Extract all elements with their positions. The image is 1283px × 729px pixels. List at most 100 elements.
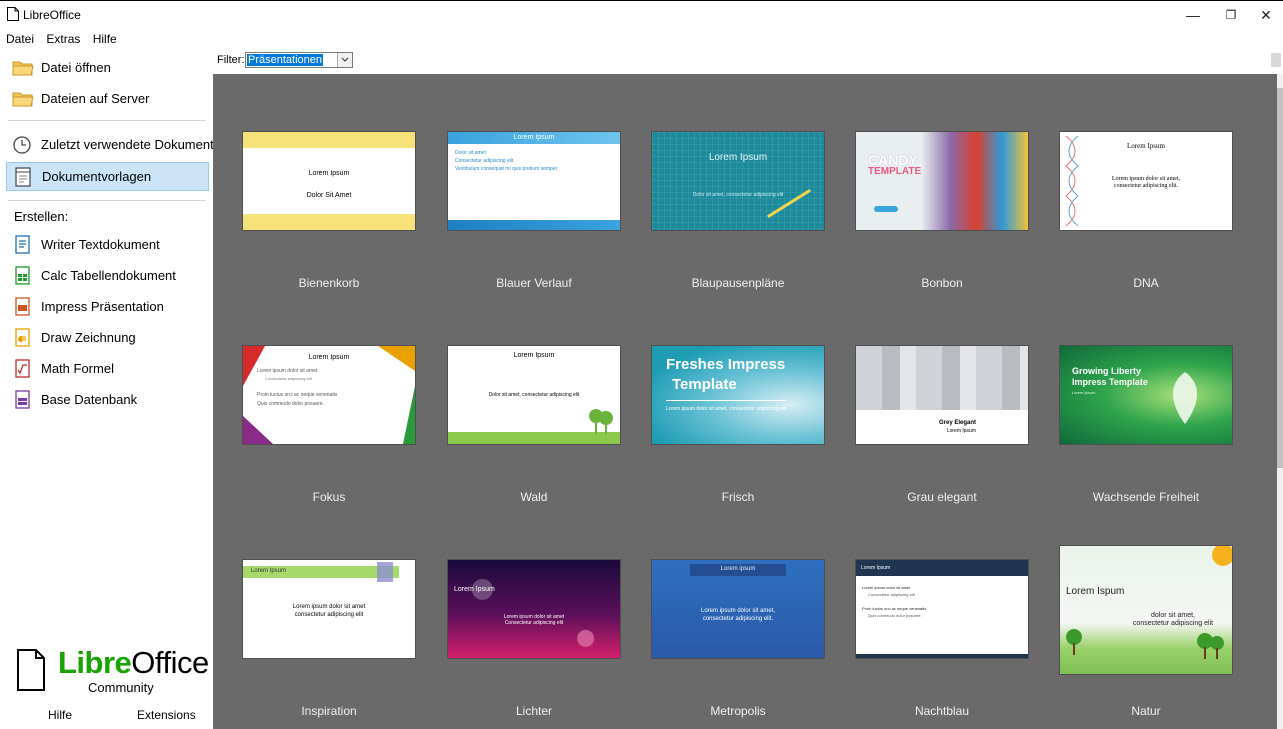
create-writer-button[interactable]: Writer Textdokument: [6, 231, 209, 259]
template-name: Bienenkorb: [298, 276, 360, 290]
impress-icon: [15, 297, 30, 316]
template-metropolis[interactable]: Lorem ipsum Lorem ipsum dolor sit amet, …: [637, 518, 827, 728]
thumb-subtitle: consectetur adipiscing elit: [294, 612, 364, 618]
thumb-title: Impress Template: [1072, 377, 1148, 387]
template-gallery: Lorem Ipsum Dolor Sit Amet Bienenkorb Lo…: [213, 74, 1277, 729]
thumb-subtitle: consectetur adipiscing elit.: [1113, 183, 1179, 189]
template-thumbnail: Lorem Ipsum Dolor sit amet, consectetur …: [652, 132, 824, 230]
open-file-button[interactable]: Datei öffnen: [6, 54, 209, 82]
extensions-link[interactable]: Extensions: [137, 708, 196, 722]
create-calc-button[interactable]: Calc Tabellendokument: [6, 262, 209, 290]
create-draw-button[interactable]: Draw Zeichnung: [6, 324, 209, 352]
thumb-bullet: Quis commodo dolor posuere.: [868, 613, 922, 618]
template-name: Fokus: [312, 490, 346, 504]
template-inspiration[interactable]: Lorem Ipsum Lorem ipsum dolor sit amet c…: [228, 518, 418, 728]
filter-bar-button[interactable]: [1271, 53, 1281, 67]
template-wald[interactable]: Lorem Ipsum Dolor sit amet, consectetur …: [433, 304, 623, 514]
template-bienenkorb[interactable]: Lorem Ipsum Dolor Sit Amet Bienenkorb: [228, 90, 418, 300]
writer-icon: [15, 235, 30, 254]
thumb-subtitle: TEMPLATE: [868, 166, 922, 177]
template-lichter[interactable]: Lorem Ipsum Lorem ipsum dolor sit amet C…: [433, 518, 623, 728]
thumb-bullet: Consectetur adipiscing elit: [265, 376, 312, 381]
create-base-label: Base Datenbank: [41, 392, 138, 407]
footer-band: [448, 220, 620, 230]
thumb-title: Lorem Ipsum: [308, 354, 350, 361]
recent-documents-button[interactable]: Zuletzt verwendete Dokumente: [6, 131, 221, 159]
template-name: Bonbon: [921, 276, 963, 290]
filter-dropdown[interactable]: Präsentationen: [245, 52, 353, 68]
remote-files-button[interactable]: Dateien auf Server: [6, 85, 209, 113]
title-bar: LibreOffice — ❐ ✕: [0, 0, 1283, 30]
template-icon: [15, 167, 31, 187]
thumb-subtitle: Lorem ipsum dolor sit amet, consectetur …: [666, 406, 787, 412]
thumb-subtitle: consectetur adipiscing elit: [1132, 620, 1214, 627]
thumb-bullet: Dolor sit amet: [455, 150, 486, 156]
base-icon: [15, 390, 30, 409]
sidebar-divider: [8, 200, 206, 201]
template-blauer-verlauf[interactable]: Lorem Ipsum Dolor sit amet Consectetur a…: [433, 90, 623, 300]
sun-icon: [1212, 546, 1232, 566]
create-base-button[interactable]: Base Datenbank: [6, 386, 209, 414]
template-thumbnail: Lorem ipsum Lorem ipsum dolor sit amet, …: [652, 560, 824, 658]
math-icon: [15, 359, 30, 378]
thumb-subtitle: Dolor sit amet, consectetur adipiscing e…: [488, 392, 580, 398]
folder-remote-icon: [12, 92, 34, 107]
create-impress-button[interactable]: Impress Präsentation: [6, 293, 209, 321]
thumb-title: Lorem Ispum: [1066, 586, 1125, 597]
template-nachtblau[interactable]: Lorem Ipsum Lorem ipsum dolor sit amet C…: [841, 518, 1031, 728]
template-grau-elegant[interactable]: Grey Elegant Lorem Ipsum Grau elegant: [841, 304, 1031, 514]
template-fokus[interactable]: Lorem Ipsum Lorem ipsum dolor sit amet C…: [228, 304, 418, 514]
template-thumbnail: Lorem Ipsum Lorem ipsum dolor sit amet C…: [448, 560, 620, 658]
help-link[interactable]: Hilfe: [48, 708, 72, 722]
grey-blocks: [856, 346, 1028, 410]
create-math-button[interactable]: Math Formel: [6, 355, 209, 383]
thumb-subtitle: Lorem Ipsum: [1072, 390, 1096, 395]
tree-icon: [1197, 633, 1224, 659]
thumb-subtitle: Lorem Ipsum: [946, 428, 976, 434]
folder-icon: [12, 61, 34, 76]
restore-button[interactable]: ❐: [1219, 5, 1243, 25]
menu-extras[interactable]: Extras: [46, 30, 80, 48]
template-dna[interactable]: Lorem Ipsum Lorem ipsum dolor sit amet, …: [1045, 90, 1235, 300]
minimize-button[interactable]: —: [1181, 5, 1205, 25]
create-heading: Erstellen:: [14, 209, 69, 224]
thumb-title: Lorem Ipsum: [308, 170, 350, 177]
template-name: Lichter: [515, 704, 553, 718]
thumb-bullet: Consectetur adipiscing elit: [868, 592, 915, 597]
logo-office: Office: [131, 645, 209, 680]
template-natur[interactable]: Lorem Ispum dolor sit amet, consectetur …: [1045, 518, 1235, 728]
template-wachsende-freiheit[interactable]: Growing Liberty Impress Template Lorem I…: [1045, 304, 1235, 514]
thumb-title: Lorem Ipsum: [513, 352, 555, 359]
libreoffice-doc-icon: [7, 7, 19, 21]
menu-datei[interactable]: Datei: [6, 30, 34, 48]
thumb-bullet: Vestibulum consequat mi quis pretium sem…: [455, 166, 558, 172]
menu-hilfe[interactable]: Hilfe: [93, 30, 117, 48]
scrollbar-thumb[interactable]: [1277, 88, 1283, 468]
draw-icon: [15, 328, 30, 347]
calc-icon: [15, 266, 30, 285]
filter-bar: Filter: Präsentationen: [213, 48, 1283, 74]
create-calc-label: Calc Tabellendokument: [41, 268, 176, 283]
templates-button[interactable]: Dokumentvorlagen: [6, 162, 209, 191]
template-thumbnail: Lorem Ipsum Lorem ipsum dolor sit amet C…: [243, 346, 415, 444]
thumb-title: Lorem Ipsum: [708, 152, 768, 163]
chevron-down-icon[interactable]: [337, 53, 352, 67]
template-bonbon[interactable]: CANDY TEMPLATE Bonbon: [841, 90, 1031, 300]
template-thumbnail: Lorem Ipsum Lorem ipsum dolor sit amet C…: [856, 560, 1028, 658]
template-blaupausenplaene[interactable]: Lorem Ipsum Dolor sit amet, consectetur …: [637, 90, 827, 300]
template-thumbnail: Lorem Ipsum Dolor Sit Amet: [243, 132, 415, 230]
close-button[interactable]: ✕: [1254, 5, 1278, 25]
start-center-sidebar: Datei öffnen Dateien auf Server Zuletzt …: [0, 48, 221, 729]
libreoffice-logo: LibreOffice Community: [17, 645, 213, 705]
thumb-subtitle: consectetur adipiscing elit.: [702, 616, 774, 622]
template-thumbnail: Lorem Ispum dolor sit amet, consectetur …: [1060, 546, 1232, 674]
thumb-title: Freshes Impress: [666, 356, 786, 373]
recent-documents-label: Zuletzt verwendete Dokumente: [41, 137, 221, 152]
template-name: Wald: [520, 490, 548, 504]
vertical-scrollbar[interactable]: [1277, 74, 1283, 729]
thumb-title: Grey Elegant: [938, 420, 976, 426]
thumb-title: Growing Liberty: [1072, 366, 1142, 376]
template-name: DNA: [1133, 276, 1159, 290]
template-frisch[interactable]: Freshes Impress Template Lorem ipsum dol…: [637, 304, 827, 514]
template-name: Metropolis: [710, 704, 766, 718]
